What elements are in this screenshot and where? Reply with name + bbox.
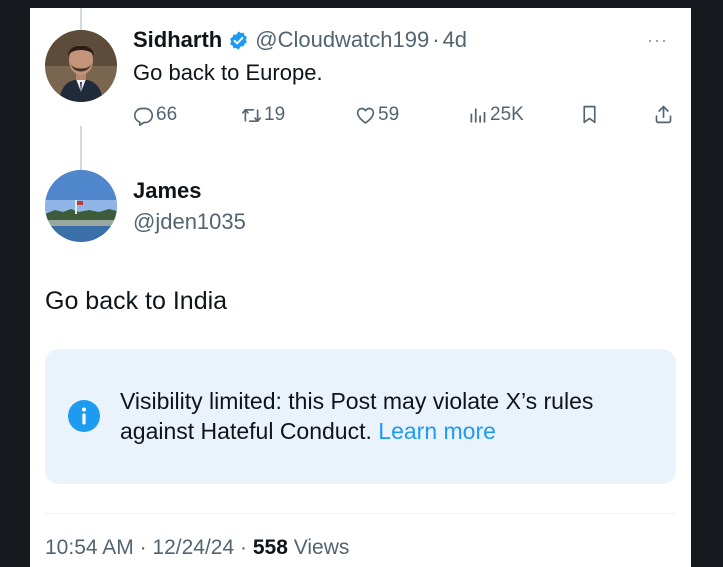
like-count: 59	[378, 104, 400, 125]
reply-count: 66	[156, 104, 178, 125]
thread-connector-line	[80, 126, 82, 170]
reply-post-age[interactable]: 4d	[443, 27, 467, 53]
like-button[interactable]: 59	[355, 104, 399, 126]
visibility-notice: Visibility limited: this Post may violat…	[45, 349, 676, 484]
verified-badge-icon	[230, 30, 248, 50]
notice-text-block: Visibility limited: this Post may violat…	[120, 386, 665, 446]
bookmark-button[interactable]	[579, 104, 602, 125]
reply-action-bar: 66 19 59 25K	[133, 104, 678, 130]
views-icon	[470, 108, 486, 122]
post-views-count: 558	[252, 536, 288, 559]
more-icon[interactable]: ···	[647, 30, 668, 51]
window-frame-top	[0, 0, 723, 8]
bookmark-icon	[583, 105, 596, 124]
reply-icon	[133, 107, 154, 126]
post-date[interactable]: 12/24/24	[152, 536, 234, 559]
window-frame-left	[0, 0, 30, 567]
reply-author-name[interactable]: Sidharth	[133, 27, 222, 53]
window-frame-right	[691, 0, 723, 567]
reply-post-text: Go back to Europe.	[133, 60, 323, 85]
learn-more-link[interactable]: Learn more	[378, 418, 496, 444]
thread-connector-line	[80, 8, 82, 30]
reply-author-handle[interactable]: @Cloudwatch199	[255, 27, 429, 53]
reply-author-row: Sidharth @Cloudwatch199 · 4d	[133, 27, 467, 53]
share-icon	[655, 105, 672, 124]
info-icon	[68, 400, 100, 432]
share-button[interactable]	[653, 104, 676, 125]
main-post-text: Go back to India	[45, 287, 228, 315]
main-author-handle[interactable]: @jden1035	[133, 209, 246, 235]
avatar-sidharth[interactable]	[45, 30, 117, 102]
separator-dot: ·	[240, 536, 248, 559]
separator-dot: ·	[432, 27, 440, 52]
avatar-james[interactable]	[45, 170, 117, 242]
views-count: 25K	[490, 104, 524, 125]
notice-message: Visibility limited: this Post may violat…	[120, 388, 594, 444]
like-icon	[356, 107, 375, 124]
repost-button[interactable]: 19	[241, 104, 285, 126]
reply-button[interactable]: 66	[133, 104, 177, 126]
repost-count: 19	[264, 104, 286, 125]
separator-dot: ·	[139, 536, 147, 559]
divider	[45, 513, 676, 514]
post-views-label: Views	[293, 536, 350, 559]
views-button[interactable]: 25K	[467, 104, 524, 126]
main-author-name[interactable]: James	[133, 178, 202, 204]
post-time[interactable]: 10:54 AM	[45, 536, 134, 559]
post-thread-card: Sidharth @Cloudwatch199 · 4d ··· Go back…	[30, 8, 691, 567]
post-meta: 10:54 AM · 12/24/24 · 558 Views	[45, 536, 349, 560]
repost-icon	[241, 108, 262, 122]
